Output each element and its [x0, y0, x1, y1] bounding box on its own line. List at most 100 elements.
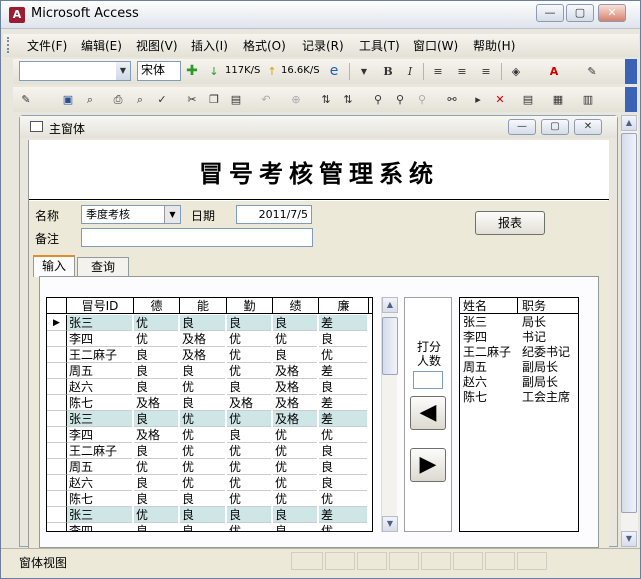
table-row[interactable]: 周五优优优优良 [47, 459, 372, 475]
grid-scrollbar[interactable]: ▲ ▼ [381, 297, 398, 532]
grid-cell[interactable]: 差 [319, 315, 367, 331]
report-button[interactable]: 报表 [475, 211, 545, 235]
grid-cell[interactable]: 优 [227, 331, 271, 347]
save-icon[interactable]: ▣ [59, 91, 77, 108]
grid-cell[interactable]: 优 [273, 331, 317, 347]
grid-cell[interactable]: 良 [319, 379, 367, 395]
grid-cell[interactable]: 差 [319, 395, 367, 411]
grid-cell[interactable]: 及格 [273, 411, 317, 427]
align-center-icon[interactable]: ≡ [453, 63, 471, 80]
grid-cell[interactable]: 优 [273, 443, 317, 459]
grid-cell[interactable]: 差 [319, 507, 367, 523]
hyperlink-icon[interactable]: ⊕ [287, 91, 305, 108]
grid-cell[interactable]: 优 [180, 443, 225, 459]
record-selector[interactable] [47, 347, 67, 363]
grid-cell[interactable]: 优 [180, 411, 225, 427]
spelling-icon[interactable]: ✓ [153, 91, 171, 108]
menu-item[interactable]: 记录(R) [302, 37, 344, 54]
ie-icon[interactable]: e [325, 63, 343, 80]
list-item[interactable]: 周五 副局长 [460, 360, 578, 375]
record-selector[interactable] [47, 331, 67, 347]
tab-query[interactable]: 查询 [77, 257, 129, 277]
scroll-up-icon[interactable]: ▲ [382, 297, 398, 313]
grid-cell[interactable]: 优 [134, 459, 178, 475]
grid-cell[interactable]: 优 [227, 475, 271, 491]
grid-cell[interactable]: 及格 [134, 395, 178, 411]
grid-cell[interactable]: 良 [227, 379, 271, 395]
paste-icon[interactable]: ▤ [227, 91, 245, 108]
grid-cell[interactable]: 及格 [134, 427, 178, 443]
record-selector[interactable] [47, 491, 67, 507]
filter-selection-icon[interactable]: ⚲ [369, 91, 387, 108]
table-row[interactable]: 王二麻子良及格优良优 [47, 347, 372, 363]
menu-item[interactable]: 工具(T) [359, 37, 400, 54]
grid-cell[interactable]: 周五 [67, 363, 132, 379]
grid-cell[interactable]: 优 [273, 491, 317, 507]
grid-cell[interactable]: 良 [134, 491, 178, 507]
table-row[interactable]: 赵六良优良及格良 [47, 379, 372, 395]
copy-icon[interactable]: ❐ [205, 91, 223, 108]
menu-item[interactable]: 视图(V) [136, 37, 178, 54]
grid-cell[interactable]: 优 [319, 523, 367, 531]
menu-item[interactable]: 编辑(E) [81, 37, 122, 54]
form-restore-button[interactable]: ▢ [541, 119, 569, 135]
close-button[interactable]: ✕ [598, 4, 626, 22]
new-record-icon[interactable]: ▸ [469, 91, 487, 108]
move-left-button[interactable]: ◀ [410, 396, 446, 430]
dropdown-icon[interactable]: ▼ [355, 63, 373, 80]
print-icon[interactable]: ⎙ [109, 91, 127, 108]
grid-cell[interactable]: 优 [134, 507, 178, 523]
record-selector[interactable] [47, 475, 67, 491]
list-item[interactable]: 王二麻子 纪委书记 [460, 345, 578, 360]
search-file-icon[interactable]: ⌕ [81, 91, 99, 108]
grid-cell[interactable]: 及格 [227, 395, 271, 411]
move-right-button[interactable]: ▶ [410, 448, 446, 482]
table-row[interactable]: ▶ 张三优良良良差 [47, 315, 372, 331]
list-item[interactable]: 张三 局长 [460, 315, 578, 330]
filter-form-icon[interactable]: ⚲ [391, 91, 409, 108]
grid-column-header[interactable]: 绩 [273, 298, 319, 314]
grid-cell[interactable]: 王二麻子 [67, 347, 132, 363]
member-list[interactable]: 姓名 职务 张三 局长 李四 书记 王二麻子 纪委书记 周五 副局长 赵六 副局长 陈七 工会主席 [459, 297, 579, 532]
cut-icon[interactable]: ✂ [183, 91, 201, 108]
properties-icon[interactable]: ▤ [519, 91, 537, 108]
grid-cell[interactable]: 优 [227, 459, 271, 475]
grid-cell[interactable]: 优 [134, 331, 178, 347]
table-row[interactable]: 陈七良良优优优 [47, 491, 372, 507]
menu-item[interactable]: 窗口(W) [413, 37, 458, 54]
grid-cell[interactable]: 赵六 [67, 379, 132, 395]
grid-cell[interactable]: 优 [227, 523, 271, 531]
menu-item[interactable]: 插入(I) [191, 37, 228, 54]
grid-cell[interactable]: 良 [273, 523, 317, 531]
grid-cell[interactable]: 优 [227, 491, 271, 507]
grid-cell[interactable]: 张三 [67, 315, 132, 331]
scroll-thumb[interactable] [621, 133, 637, 513]
grid-cell[interactable]: 良 [319, 459, 367, 475]
table-row[interactable]: 张三良优优及格差 [47, 411, 372, 427]
grid-cell[interactable]: 优 [180, 379, 225, 395]
grid-cell[interactable]: 优 [227, 347, 271, 363]
grid-cell[interactable]: 及格 [273, 379, 317, 395]
menu-grip[interactable] [7, 37, 11, 53]
database-window-icon[interactable]: ▦ [549, 91, 567, 108]
scroll-thumb[interactable] [382, 317, 398, 375]
scroll-down-icon[interactable]: ▼ [382, 516, 398, 532]
grid-cell[interactable]: 良 [180, 507, 225, 523]
grid-cell[interactable]: 良 [319, 443, 367, 459]
chevron-down-icon[interactable]: ▼ [164, 206, 180, 223]
grid-cell[interactable]: 良 [180, 523, 225, 531]
record-selector[interactable] [47, 523, 67, 531]
grid-cell[interactable]: 优 [227, 443, 271, 459]
table-row[interactable]: 陈七 及格良及格 及格差 [47, 395, 372, 411]
maximize-button[interactable]: ▢ [566, 4, 594, 22]
grid-cell[interactable]: 良 [319, 475, 367, 491]
grid-cell[interactable]: 良 [134, 411, 178, 427]
grid-cell[interactable]: 良 [273, 507, 317, 523]
grid-cell[interactable]: 优 [319, 347, 367, 363]
italic-icon[interactable]: I [401, 63, 419, 80]
grid-cell[interactable]: 优 [180, 475, 225, 491]
grid-cell[interactable]: 优 [180, 427, 225, 443]
scroll-down-icon[interactable]: ▼ [621, 531, 637, 547]
view-icon[interactable]: ✎ [17, 91, 35, 108]
grid-column-header[interactable]: 廉 [319, 298, 369, 314]
